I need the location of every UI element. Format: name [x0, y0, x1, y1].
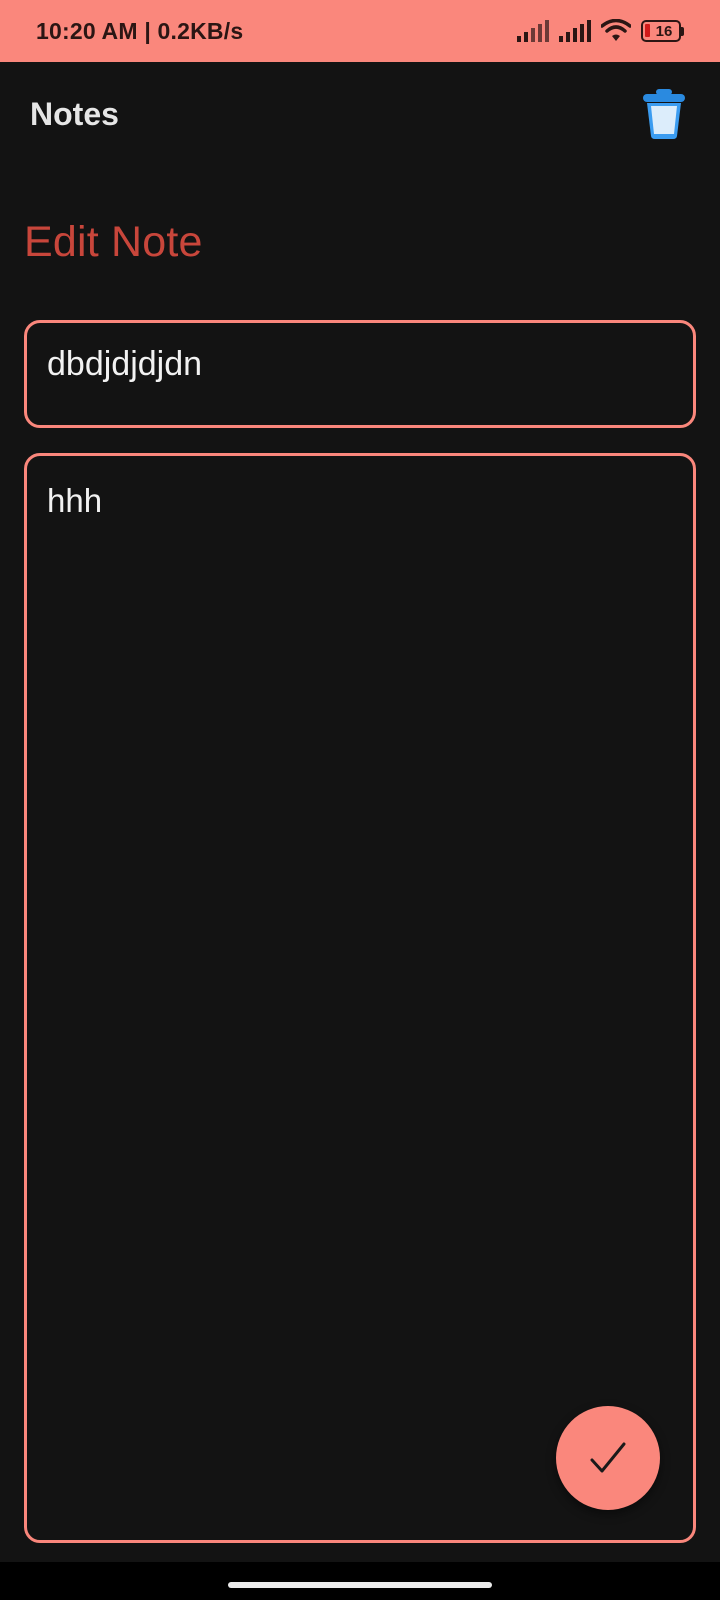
- home-indicator[interactable]: [228, 1582, 492, 1588]
- status-bar: 10:20 AM | 0.2KB/s 16: [0, 0, 720, 62]
- note-title-input[interactable]: dbdjdjdjdn: [24, 320, 696, 428]
- check-icon: [590, 1442, 626, 1473]
- app-bar: Notes: [0, 62, 720, 166]
- note-body-input[interactable]: hhh: [24, 453, 696, 1543]
- battery-level: 16: [655, 22, 673, 40]
- signal-icon: [517, 20, 549, 42]
- delete-note-button[interactable]: [638, 84, 690, 144]
- battery-icon: 16: [641, 20, 684, 42]
- navigation-bar: [0, 1562, 720, 1600]
- page-title: Edit Note: [24, 218, 203, 266]
- signal-icon: [559, 20, 591, 42]
- status-icons: 16: [517, 19, 684, 43]
- wifi-icon: [601, 19, 631, 41]
- status-time-speed: 10:20 AM | 0.2KB/s: [36, 17, 244, 44]
- app-title: Notes: [30, 95, 119, 132]
- save-button[interactable]: [556, 1406, 660, 1510]
- trash-can-icon: [643, 89, 685, 139]
